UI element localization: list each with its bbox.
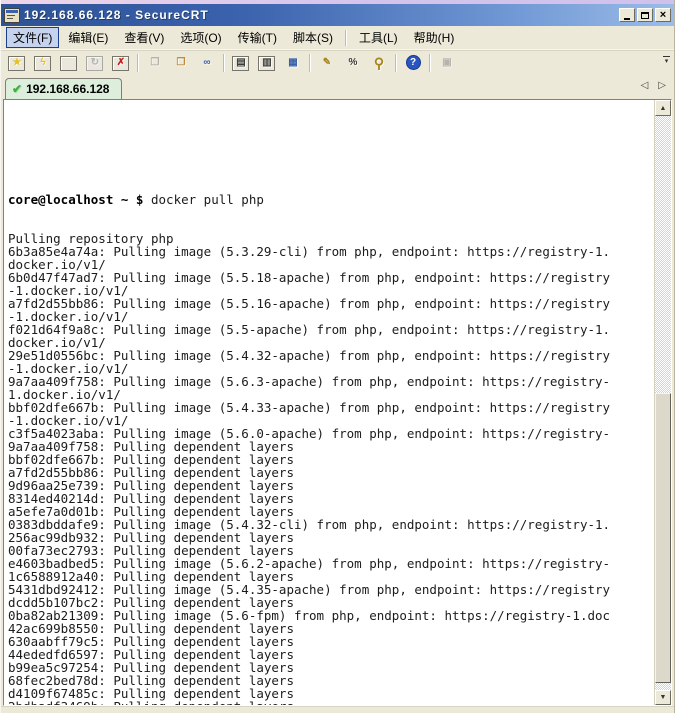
find-icon[interactable]: ∞: [195, 52, 219, 74]
toolbar: ★ϟ ↻✗ ❐❒∞ ▤▥▦ ✎%⚲? ▣ ▾: [1, 49, 674, 75]
terminal-scrollbar[interactable]: ▲ ▼: [654, 100, 671, 705]
scrollbar-track[interactable]: [655, 116, 671, 690]
menu-tools[interactable]: 工具(L): [352, 27, 405, 48]
menu-separator: [345, 30, 347, 46]
maximize-button[interactable]: [637, 8, 653, 22]
quick-connect-icon[interactable]: [57, 52, 81, 74]
toolbar-separator: [223, 54, 225, 72]
minimize-icon: [624, 18, 630, 20]
close-button[interactable]: ×: [655, 8, 671, 22]
session-options-icon[interactable]: %: [341, 52, 365, 74]
terminal-client-area: core@localhost ~ $ docker pull php Pulli…: [3, 99, 672, 706]
menu-options[interactable]: 选项(O): [173, 27, 228, 48]
help-icon[interactable]: ?: [401, 52, 425, 74]
connected-check-icon: ✔: [12, 83, 22, 95]
connect-icon[interactable]: ϟ: [31, 52, 55, 74]
app-icon: [4, 8, 20, 23]
menu-file[interactable]: 文件(F): [6, 27, 59, 48]
tab-scroll-left-button[interactable]: ◁: [641, 81, 649, 91]
disconnect-icon[interactable]: ✗: [109, 52, 133, 74]
menu-edit[interactable]: 编辑(E): [61, 27, 115, 48]
tab-scroll-right-button[interactable]: ▷: [658, 81, 666, 91]
new-session-icon[interactable]: ★: [5, 52, 29, 74]
scroll-up-button[interactable]: ▲: [655, 100, 671, 116]
tab-bar: ✔ 192.168.66.128 ◁ ▷: [1, 75, 674, 99]
title-bar[interactable]: 192.168.66.128 - SecureCRT ×: [1, 4, 674, 26]
toolbar-separator: [395, 54, 397, 72]
session-tab-label: 192.168.66.128: [26, 82, 109, 96]
clone-session-icon[interactable]: ▥: [255, 52, 279, 74]
print-icon[interactable]: ▦: [281, 52, 305, 74]
app-window-icon[interactable]: ▣: [435, 52, 459, 74]
scroll-down-button[interactable]: ▼: [655, 690, 671, 705]
prompt-symbols: ~ $: [113, 192, 151, 207]
properties-icon[interactable]: ✎: [315, 52, 339, 74]
toolbar-separator: [309, 54, 311, 72]
log-session-icon[interactable]: ▤: [229, 52, 253, 74]
minimize-button[interactable]: [619, 8, 635, 22]
copy-icon[interactable]: ❐: [143, 52, 167, 74]
scrollbar-thumb[interactable]: [655, 393, 671, 683]
reconnect-icon[interactable]: ↻: [83, 52, 107, 74]
menu-transfer[interactable]: 传输(T): [231, 27, 284, 48]
window-bottom-border: [1, 706, 674, 713]
terminal-output-line: 2bdbadf3469b: Pulling dependent layers: [8, 700, 654, 705]
terminal-screen[interactable]: core@localhost ~ $ docker pull php Pulli…: [4, 100, 654, 705]
maximize-icon: [641, 12, 649, 19]
prompt-command: docker pull php: [151, 192, 264, 207]
key-agent-icon[interactable]: ⚲: [367, 52, 391, 74]
terminal-prompt-line: core@localhost ~ $ docker pull php: [8, 193, 654, 206]
prompt-user: core@localhost: [8, 192, 113, 207]
menu-view[interactable]: 查看(V): [117, 27, 171, 48]
securecrt-window: 192.168.66.128 - SecureCRT × 文件(F)编辑(E)查…: [0, 0, 675, 713]
window-title: 192.168.66.128 - SecureCRT: [24, 8, 209, 22]
toolbar-separator: [137, 54, 139, 72]
menu-script[interactable]: 脚本(S): [286, 27, 340, 48]
paste-icon[interactable]: ❒: [169, 52, 193, 74]
session-tab[interactable]: ✔ 192.168.66.128: [5, 78, 122, 99]
toolbar-separator: [429, 54, 431, 72]
menu-help[interactable]: 帮助(H): [407, 27, 462, 48]
menu-bar: 文件(F)编辑(E)查看(V)选项(O)传输(T)脚本(S) 工具(L)帮助(H): [1, 26, 674, 49]
toolbar-overflow-button[interactable]: ▾: [662, 56, 671, 69]
terminal-blank-lines: [8, 128, 654, 167]
